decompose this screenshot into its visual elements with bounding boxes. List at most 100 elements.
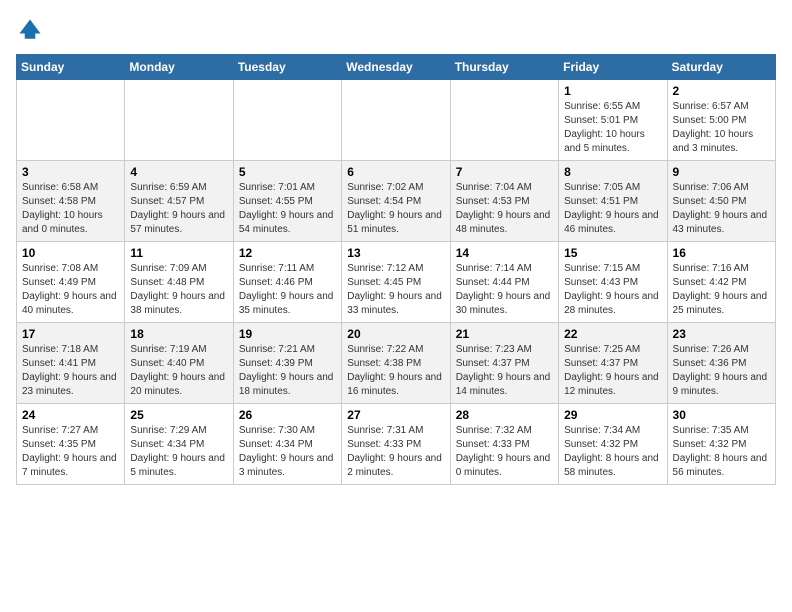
day-number: 22 [564, 327, 661, 341]
day-info: Sunrise: 7:14 AMSunset: 4:44 PMDaylight:… [456, 262, 553, 318]
day-info: Sunrise: 7:08 AMSunset: 4:49 PMDaylight:… [22, 262, 119, 318]
day-number: 11 [130, 246, 227, 260]
day-info: Sunrise: 7:35 AMSunset: 4:32 PMDaylight:… [673, 424, 770, 480]
day-info: Sunrise: 7:31 AMSunset: 4:33 PMDaylight:… [347, 424, 444, 480]
calendar-week-row: 10 Sunrise: 7:08 AMSunset: 4:49 PMDayligh… [17, 242, 776, 323]
weekday-header: Tuesday [233, 55, 341, 80]
calendar-cell: 17 Sunrise: 7:18 AMSunset: 4:41 PMDayligh… [17, 323, 125, 404]
day-number: 8 [564, 165, 661, 179]
calendar-week-row: 24 Sunrise: 7:27 AMSunset: 4:35 PMDayligh… [17, 404, 776, 485]
day-number: 29 [564, 408, 661, 422]
day-info: Sunrise: 6:59 AMSunset: 4:57 PMDaylight:… [130, 181, 227, 237]
calendar-cell: 1 Sunrise: 6:55 AMSunset: 5:01 PMDaylight… [559, 80, 667, 161]
weekday-header: Saturday [667, 55, 775, 80]
calendar-cell: 25 Sunrise: 7:29 AMSunset: 4:34 PMDayligh… [125, 404, 233, 485]
calendar-cell: 2Sunrise: 6:57 AMSunset: 5:00 PMDaylight… [667, 80, 775, 161]
day-number: 12 [239, 246, 336, 260]
calendar-cell: 15 Sunrise: 7:15 AMSunset: 4:43 PMDayligh… [559, 242, 667, 323]
calendar-week-row: 1 Sunrise: 6:55 AMSunset: 5:01 PMDaylight… [17, 80, 776, 161]
calendar-cell: 29 Sunrise: 7:34 AMSunset: 4:32 PMDayligh… [559, 404, 667, 485]
day-info: Sunrise: 7:23 AMSunset: 4:37 PMDaylight:… [456, 343, 553, 399]
weekday-header: Wednesday [342, 55, 450, 80]
day-info: Sunrise: 7:25 AMSunset: 4:37 PMDaylight:… [564, 343, 661, 399]
weekday-header: Thursday [450, 55, 558, 80]
logo-icon [16, 16, 44, 44]
calendar-cell: 6 Sunrise: 7:02 AMSunset: 4:54 PMDaylight… [342, 161, 450, 242]
day-info: Sunrise: 7:16 AMSunset: 4:42 PMDaylight:… [673, 262, 770, 318]
day-number: 28 [456, 408, 553, 422]
calendar-header: SundayMondayTuesdayWednesdayThursdayFrid… [17, 55, 776, 80]
calendar-cell: 7 Sunrise: 7:04 AMSunset: 4:53 PMDaylight… [450, 161, 558, 242]
day-info: Sunrise: 6:58 AMSunset: 4:58 PMDaylight:… [22, 181, 119, 237]
calendar-cell: 22 Sunrise: 7:25 AMSunset: 4:37 PMDayligh… [559, 323, 667, 404]
calendar-cell: 16 Sunrise: 7:16 AMSunset: 4:42 PMDayligh… [667, 242, 775, 323]
day-number: 20 [347, 327, 444, 341]
day-number: 18 [130, 327, 227, 341]
calendar-table: SundayMondayTuesdayWednesdayThursdayFrid… [16, 54, 776, 485]
calendar-cell: 9 Sunrise: 7:06 AMSunset: 4:50 PMDaylight… [667, 161, 775, 242]
day-info: Sunrise: 7:22 AMSunset: 4:38 PMDaylight:… [347, 343, 444, 399]
weekday-header: Friday [559, 55, 667, 80]
day-number: 24 [22, 408, 119, 422]
calendar-cell: 19Sunrise: 7:21 AMSunset: 4:39 PMDayligh… [233, 323, 341, 404]
calendar-cell: 5 Sunrise: 7:01 AMSunset: 4:55 PMDaylight… [233, 161, 341, 242]
day-info: Sunrise: 7:29 AMSunset: 4:34 PMDaylight:… [130, 424, 227, 480]
day-number: 21 [456, 327, 553, 341]
day-info: Sunrise: 7:32 AMSunset: 4:33 PMDaylight:… [456, 424, 553, 480]
day-info: Sunrise: 7:06 AMSunset: 4:50 PMDaylight:… [673, 181, 770, 237]
calendar-cell: 14 Sunrise: 7:14 AMSunset: 4:44 PMDayligh… [450, 242, 558, 323]
page-header [16, 16, 776, 44]
day-info: Sunrise: 7:27 AMSunset: 4:35 PMDaylight:… [22, 424, 119, 480]
day-number: 13 [347, 246, 444, 260]
day-info: Sunrise: 7:04 AMSunset: 4:53 PMDaylight:… [456, 181, 553, 237]
calendar-cell: 4 Sunrise: 6:59 AMSunset: 4:57 PMDaylight… [125, 161, 233, 242]
calendar-cell [342, 80, 450, 161]
day-number: 7 [456, 165, 553, 179]
calendar-cell: 11 Sunrise: 7:09 AMSunset: 4:48 PMDayligh… [125, 242, 233, 323]
day-info: Sunrise: 7:18 AMSunset: 4:41 PMDaylight:… [22, 343, 119, 399]
day-number: 27 [347, 408, 444, 422]
calendar-week-row: 3 Sunrise: 6:58 AMSunset: 4:58 PMDaylight… [17, 161, 776, 242]
calendar-cell: 13 Sunrise: 7:12 AMSunset: 4:45 PMDayligh… [342, 242, 450, 323]
calendar-cell [125, 80, 233, 161]
day-info: Sunrise: 7:30 AMSunset: 4:34 PMDaylight:… [239, 424, 336, 480]
day-info: Sunrise: 7:11 AMSunset: 4:46 PMDaylight:… [239, 262, 336, 318]
day-number: 6 [347, 165, 444, 179]
calendar-cell: 12 Sunrise: 7:11 AMSunset: 4:46 PMDayligh… [233, 242, 341, 323]
logo [16, 16, 48, 44]
day-info: Sunrise: 7:12 AMSunset: 4:45 PMDaylight:… [347, 262, 444, 318]
day-number: 5 [239, 165, 336, 179]
day-info: Sunrise: 7:05 AMSunset: 4:51 PMDaylight:… [564, 181, 661, 237]
day-info: Sunrise: 7:15 AMSunset: 4:43 PMDaylight:… [564, 262, 661, 318]
calendar-cell: 26Sunrise: 7:30 AMSunset: 4:34 PMDayligh… [233, 404, 341, 485]
day-info: Sunrise: 7:26 AMSunset: 4:36 PMDaylight:… [673, 343, 770, 399]
calendar-cell: 23Sunrise: 7:26 AMSunset: 4:36 PMDayligh… [667, 323, 775, 404]
weekday-header: Monday [125, 55, 233, 80]
day-info: Sunrise: 7:09 AMSunset: 4:48 PMDaylight:… [130, 262, 227, 318]
day-number: 3 [22, 165, 119, 179]
day-info: Sunrise: 7:01 AMSunset: 4:55 PMDaylight:… [239, 181, 336, 237]
day-number: 10 [22, 246, 119, 260]
day-info: Sunrise: 7:19 AMSunset: 4:40 PMDaylight:… [130, 343, 227, 399]
day-number: 19 [239, 327, 336, 341]
day-number: 4 [130, 165, 227, 179]
calendar-cell [450, 80, 558, 161]
day-info: Sunrise: 7:34 AMSunset: 4:32 PMDaylight:… [564, 424, 661, 480]
day-info: Sunrise: 7:02 AMSunset: 4:54 PMDaylight:… [347, 181, 444, 237]
day-number: 25 [130, 408, 227, 422]
day-number: 16 [673, 246, 770, 260]
calendar-cell [233, 80, 341, 161]
day-number: 14 [456, 246, 553, 260]
day-number: 9 [673, 165, 770, 179]
weekday-header: Sunday [17, 55, 125, 80]
day-info: Sunrise: 6:57 AMSunset: 5:00 PMDaylight:… [673, 100, 770, 156]
day-number: 17 [22, 327, 119, 341]
day-info: Sunrise: 6:55 AMSunset: 5:01 PMDaylight:… [564, 100, 661, 156]
calendar-cell: 27 Sunrise: 7:31 AMSunset: 4:33 PMDayligh… [342, 404, 450, 485]
calendar-cell: 10 Sunrise: 7:08 AMSunset: 4:49 PMDayligh… [17, 242, 125, 323]
calendar-cell: 24 Sunrise: 7:27 AMSunset: 4:35 PMDayligh… [17, 404, 125, 485]
calendar-cell: 30Sunrise: 7:35 AMSunset: 4:32 PMDayligh… [667, 404, 775, 485]
day-number: 15 [564, 246, 661, 260]
day-number: 1 [564, 84, 661, 98]
calendar-cell: 8 Sunrise: 7:05 AMSunset: 4:51 PMDaylight… [559, 161, 667, 242]
